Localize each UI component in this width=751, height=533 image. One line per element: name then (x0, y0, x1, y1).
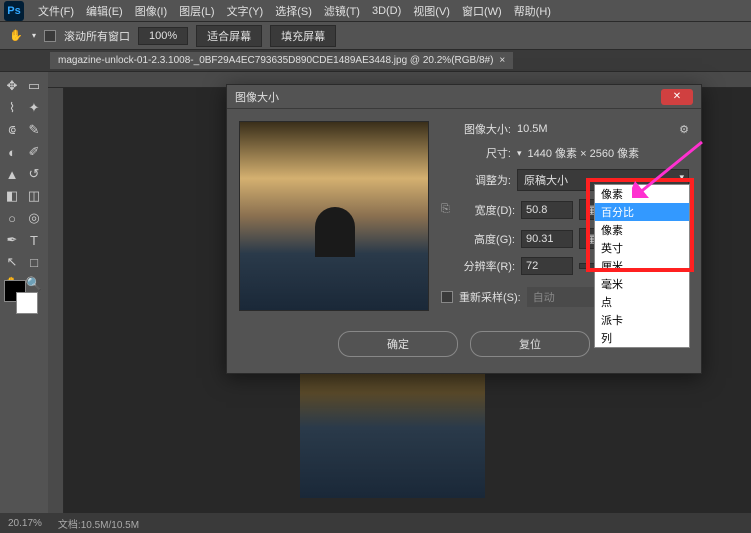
stamp-tool[interactable]: ▲ (2, 164, 22, 184)
magic-wand-tool[interactable]: ✦ (24, 98, 44, 118)
blur-tool[interactable]: ○ (2, 208, 22, 228)
resample-checkbox[interactable] (441, 291, 453, 303)
dialog-titlebar: 图像大小 ✕ (227, 85, 701, 109)
menu-view[interactable]: 视图(V) (407, 1, 456, 21)
document-tabbar: magazine-unlock-01-2.3.1008-_0BF29A4EC79… (0, 50, 751, 72)
marquee-tool[interactable]: ▭ (24, 76, 44, 96)
fit-to-label: 调整为: (441, 172, 511, 188)
dropdown-item[interactable]: 英寸 (595, 239, 689, 257)
status-doc-size: 文档:10.5M/10.5M (58, 516, 139, 531)
menu-image[interactable]: 图像(I) (129, 1, 173, 21)
dimensions-link-icon[interactable]: ▾ (517, 148, 522, 159)
dodge-tool[interactable]: ◎ (24, 208, 44, 228)
options-bar: ✋ ▾ 滚动所有窗口 100% 适合屏幕 填充屏幕 (0, 22, 751, 50)
fit-screen-button[interactable]: 适合屏幕 (196, 25, 262, 47)
background-color[interactable] (16, 292, 38, 314)
tools-panel: ✥ ▭ ⌇ ✦ ⟃ ✎ ◐ ✐ ▲ ↺ ◧ ◫ ○ ◎ ✒ T ↖ □ ✋ 🔍 (0, 72, 48, 298)
resolution-label: 分辨率(R): (459, 258, 515, 274)
dropdown-item[interactable]: 像素 (595, 185, 689, 203)
document-tab[interactable]: magazine-unlock-01-2.3.1008-_0BF29A4EC79… (50, 52, 513, 69)
tab-close-icon[interactable]: × (499, 55, 505, 66)
menu-3d[interactable]: 3D(D) (366, 3, 407, 19)
type-tool[interactable]: T (24, 230, 44, 250)
tool-dropdown-icon[interactable]: ▾ (32, 31, 36, 40)
scroll-all-checkbox[interactable] (44, 30, 56, 42)
height-label: 高度(G): (459, 231, 515, 247)
move-tool[interactable]: ✥ (2, 76, 22, 96)
dimensions-value: 1440 像素 × 2560 像素 (528, 145, 640, 161)
dropdown-item[interactable]: 列 (595, 329, 689, 347)
healing-tool[interactable]: ◐ (2, 142, 22, 162)
dropdown-item[interactable]: 派卡 (595, 311, 689, 329)
image-size-value: 10.5M (517, 123, 548, 135)
dropdown-item[interactable]: 点 (595, 293, 689, 311)
hand-tool-icon[interactable]: ✋ (8, 28, 24, 44)
height-input[interactable]: 90.31 (521, 230, 573, 248)
gradient-tool[interactable]: ◫ (24, 186, 44, 206)
color-swatches (4, 280, 44, 320)
crop-tool[interactable]: ⟃ (2, 120, 22, 140)
document-tab-title: magazine-unlock-01-2.3.1008-_0BF29A4EC79… (58, 55, 493, 66)
menu-select[interactable]: 选择(S) (269, 1, 318, 21)
menu-window[interactable]: 窗口(W) (456, 1, 508, 21)
eyedropper-tool[interactable]: ✎ (24, 120, 44, 140)
dialog-close-button[interactable]: ✕ (661, 89, 693, 105)
ok-button[interactable]: 确定 (338, 331, 458, 357)
cancel-button[interactable]: 复位 (470, 331, 590, 357)
lasso-tool[interactable]: ⌇ (2, 98, 22, 118)
unit-dropdown: 像素 百分比 像素 英寸 厘米 毫米 点 派卡 列 (594, 184, 690, 348)
app-logo: Ps (4, 1, 24, 21)
width-input[interactable]: 50.8 (521, 201, 573, 219)
image-size-label: 图像大小: (441, 121, 511, 137)
shape-tool[interactable]: □ (24, 252, 44, 272)
dimensions-label: 尺寸: (441, 145, 511, 161)
path-tool[interactable]: ↖ (2, 252, 22, 272)
dropdown-item-highlighted[interactable]: 百分比 (595, 203, 689, 221)
status-bar: 20.17% 文档:10.5M/10.5M (0, 513, 751, 533)
image-preview (239, 121, 429, 311)
history-brush-tool[interactable]: ↺ (24, 164, 44, 184)
fill-screen-button[interactable]: 填充屏幕 (270, 25, 336, 47)
dropdown-item[interactable]: 像素 (595, 221, 689, 239)
menu-file[interactable]: 文件(F) (32, 1, 80, 21)
scroll-all-label: 滚动所有窗口 (64, 28, 130, 44)
dropdown-item[interactable]: 毫米 (595, 275, 689, 293)
pen-tool[interactable]: ✒ (2, 230, 22, 250)
resample-label: 重新采样(S): (459, 289, 521, 305)
menu-filter[interactable]: 滤镜(T) (318, 1, 366, 21)
dialog-title-text: 图像大小 (235, 89, 279, 105)
width-label: 宽度(D): (459, 202, 515, 218)
resolution-input[interactable]: 72 (521, 257, 573, 275)
zoom-100-button[interactable]: 100% (138, 27, 188, 45)
menu-edit[interactable]: 编辑(E) (80, 1, 129, 21)
brush-tool[interactable]: ✐ (24, 142, 44, 162)
gear-icon[interactable]: ⚙ (679, 123, 689, 136)
menu-help[interactable]: 帮助(H) (508, 1, 557, 21)
status-zoom[interactable]: 20.17% (8, 518, 42, 529)
menu-layer[interactable]: 图层(L) (173, 1, 220, 21)
ruler-vertical (48, 88, 64, 513)
menubar: Ps 文件(F) 编辑(E) 图像(I) 图层(L) 文字(Y) 选择(S) 滤… (0, 0, 751, 22)
dropdown-item[interactable]: 厘米 (595, 257, 689, 275)
menu-type[interactable]: 文字(Y) (221, 1, 270, 21)
constrain-link-icon[interactable]: ⎘ (441, 203, 453, 216)
eraser-tool[interactable]: ◧ (2, 186, 22, 206)
